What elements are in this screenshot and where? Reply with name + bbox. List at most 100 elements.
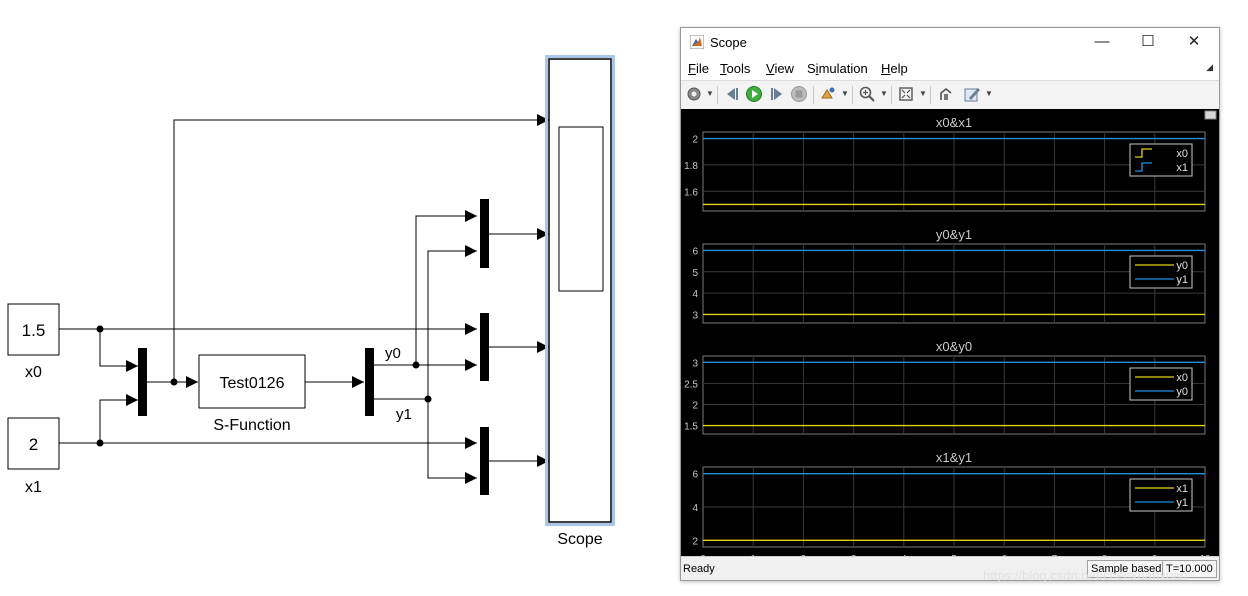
- menu-file-text: ile: [695, 61, 709, 76]
- highlight-icon[interactable]: [819, 85, 837, 103]
- line-y0-to-mux2: [415, 210, 477, 365]
- toolbar-separator: [891, 86, 892, 104]
- maximize-button[interactable]: ☐: [1131, 31, 1165, 53]
- y-tick-label: 2.5: [684, 379, 698, 390]
- edit-icon[interactable]: [963, 85, 981, 103]
- plot-title: x1&y1: [936, 450, 972, 465]
- scope-axes-1: x0&x1 1.6 1.8 2 x0 x1: [684, 115, 1206, 212]
- window-title: Scope: [710, 35, 747, 50]
- y-tick-label: 2: [692, 135, 698, 146]
- menu-help-mnemonic: H: [881, 61, 891, 76]
- scope-axes-3: x0&y0 1.5 2 2.5 3 x0 y0: [684, 339, 1206, 435]
- line-x1-to-mux1: [99, 394, 138, 443]
- menu-file[interactable]: File: [688, 61, 709, 76]
- fit-dropdown-icon[interactable]: ▼: [919, 89, 927, 98]
- legend-label: y1: [1176, 274, 1188, 286]
- branch-point-y1: [424, 395, 432, 403]
- menu-tools-text: ools: [726, 61, 751, 76]
- y-tick-label: 3: [692, 358, 698, 369]
- gear-dropdown-icon[interactable]: ▼: [706, 89, 714, 98]
- matlab-logo-icon: [690, 35, 704, 49]
- menu-view-text: iew: [774, 61, 794, 76]
- scope-axes-2: y0&y1 3 4 5 6 y0 y1: [692, 227, 1206, 324]
- sfunction-label: S-Function: [213, 417, 290, 434]
- line-mux1-to-scope1: [173, 114, 549, 382]
- toolbar-separator: [813, 86, 814, 104]
- branch-point-mux1: [170, 378, 178, 386]
- legend-label: y0: [1176, 260, 1188, 272]
- minimize-button[interactable]: —: [1085, 31, 1119, 53]
- mux-block-1[interactable]: [138, 348, 147, 416]
- fit-icon[interactable]: [897, 85, 915, 103]
- scope-window: Scope — ☐ ✕ File Tools View Simulation H…: [680, 27, 1220, 581]
- y-tick-label: 3: [692, 310, 698, 321]
- menu-bar: File Tools View Simulation Help ◢: [681, 56, 1219, 80]
- y-tick-label: 5: [692, 268, 698, 279]
- toolbar-separator: [717, 86, 718, 104]
- toolbar-separator: [852, 86, 853, 104]
- style-icon[interactable]: [937, 85, 955, 103]
- menu-tools[interactable]: Tools: [720, 61, 750, 76]
- legend-label: y1: [1176, 497, 1188, 509]
- signal-label-y1: y1: [396, 406, 412, 423]
- y-tick-label: 2: [692, 400, 698, 411]
- line-y1-to-mux2: [427, 245, 477, 399]
- legend-label: y0: [1176, 386, 1188, 398]
- title-bar: Scope — ☐ ✕: [681, 28, 1219, 56]
- legend-label: x0: [1176, 372, 1188, 384]
- step-back-icon[interactable]: [723, 85, 741, 103]
- status-ready: Ready: [683, 563, 715, 575]
- branch-point-x1: [96, 439, 104, 447]
- menu-simulation-text: mulation: [818, 61, 868, 76]
- constant-x1-label: x1: [25, 479, 42, 496]
- scope-block-screen: [558, 126, 604, 292]
- scope-block-label: Scope: [557, 531, 602, 548]
- toolbar-separator: [930, 86, 931, 104]
- menu-view[interactable]: View: [766, 61, 794, 76]
- demux-block[interactable]: [365, 348, 374, 416]
- zoom-dropdown-icon[interactable]: ▼: [880, 89, 888, 98]
- plot-title: x0&x1: [936, 115, 972, 130]
- menu-simulation-pre: S: [807, 61, 816, 76]
- y-tick-label: 1.6: [684, 187, 698, 198]
- step-forward-icon[interactable]: [768, 85, 786, 103]
- menu-help[interactable]: Help: [881, 61, 908, 76]
- undock-icon[interactable]: [1204, 110, 1217, 120]
- mux-block-4[interactable]: [480, 427, 489, 495]
- sfunction-name: Test0126: [220, 375, 285, 392]
- menu-file-mnemonic: F: [688, 61, 696, 76]
- y-tick-label: 6: [692, 470, 698, 481]
- close-button[interactable]: ✕: [1177, 31, 1211, 53]
- plot-title: y0&y1: [936, 227, 972, 242]
- constant-x1-value: 2: [29, 435, 38, 454]
- y-tick-label: 4: [692, 503, 698, 514]
- y-tick-label: 1.5: [684, 422, 698, 433]
- menu-undock-icon[interactable]: ◢: [1206, 62, 1213, 73]
- constant-x0-value: 1.5: [22, 321, 46, 340]
- signal-label-y0: y0: [385, 345, 401, 362]
- menu-simulation[interactable]: Simulation: [807, 61, 868, 76]
- mux-block-3[interactable]: [480, 313, 489, 381]
- legend-label: x0: [1176, 148, 1188, 160]
- zoom-in-icon[interactable]: [858, 85, 876, 103]
- mux-block-2[interactable]: [480, 199, 489, 268]
- plot-area: x0&x1 1.6 1.8 2 x0 x1 y0&y1 3 4 5 6 y0 y1 x0&y0 1.5 2 2.…: [681, 109, 1219, 556]
- simulink-diagram: 1.5 x0 2 x1 Test0126 S-Function y0 y1 Sc…: [7, 55, 615, 548]
- highlight-dropdown-icon[interactable]: ▼: [841, 89, 849, 98]
- edit-dropdown-icon[interactable]: ▼: [985, 89, 993, 98]
- line-x0-to-mux1: [99, 329, 138, 372]
- branch-point-x0: [96, 325, 104, 333]
- scope-axes-4: x1&y1246x1y1012345678910Time: [692, 450, 1211, 556]
- y-tick-label: 1.8: [684, 161, 698, 172]
- stop-icon[interactable]: [790, 85, 808, 103]
- y-tick-label: 2: [692, 536, 698, 547]
- gear-icon[interactable]: [685, 85, 703, 103]
- y-tick-label: 6: [692, 246, 698, 257]
- run-icon[interactable]: [745, 85, 763, 103]
- watermark: https://blog.csdn.net/chenxuanxuan: [983, 568, 1188, 583]
- plot-title: x0&y0: [936, 339, 972, 354]
- legend-label: x1: [1176, 162, 1188, 174]
- constant-x0-label: x0: [25, 364, 42, 381]
- line-y1-to-mux4: [427, 399, 477, 484]
- y-tick-label: 4: [692, 289, 698, 300]
